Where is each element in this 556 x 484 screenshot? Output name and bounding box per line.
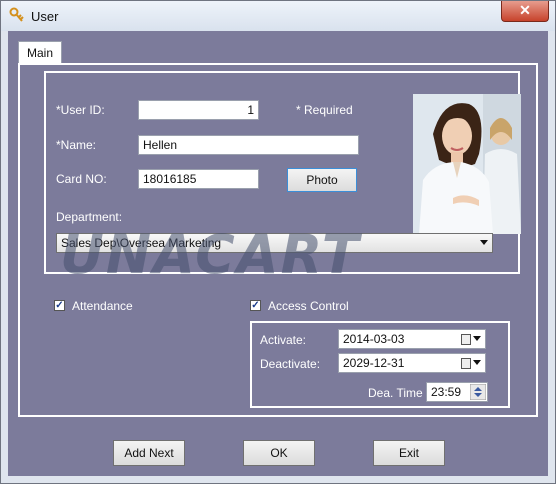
- ok-button[interactable]: OK: [243, 440, 315, 466]
- access-control-label: Access Control: [268, 299, 349, 313]
- user-id-field[interactable]: 1: [138, 100, 259, 120]
- calendar-icon[interactable]: [461, 358, 471, 369]
- photo-button[interactable]: Photo: [287, 168, 357, 192]
- required-note: * Required: [296, 103, 353, 117]
- activate-date-value: 2014-03-03: [343, 332, 405, 346]
- user-dialog-window: User ✕ Main *User ID: 1 * Required *Name…: [0, 0, 556, 484]
- name-label: *Name:: [56, 138, 97, 152]
- dialog-client-area: Main *User ID: 1 * Required *Name: Helle…: [8, 31, 548, 476]
- exit-button[interactable]: Exit: [373, 440, 445, 466]
- department-label: Department:: [56, 210, 123, 224]
- user-key-icon: [9, 7, 24, 22]
- spin-updown-icon[interactable]: [470, 384, 486, 400]
- attendance-checkbox[interactable]: ✓: [54, 300, 65, 311]
- chevron-down-icon[interactable]: [473, 336, 481, 341]
- deactivate-label: Deactivate:: [260, 357, 321, 371]
- close-button[interactable]: ✕: [501, 1, 549, 22]
- chevron-down-icon: [480, 240, 488, 245]
- department-dropdown[interactable]: Sales Dep\Oversea Marketing: [56, 233, 493, 253]
- deactivate-date-picker[interactable]: 2029-12-31: [338, 353, 486, 373]
- dea-time-value: 23:59: [431, 385, 462, 399]
- department-value: Sales Dep\Oversea Marketing: [61, 236, 222, 250]
- add-next-button[interactable]: Add Next: [113, 440, 185, 466]
- dea-time-field[interactable]: 23:59: [426, 382, 488, 402]
- access-control-checkbox[interactable]: ✓: [250, 300, 261, 311]
- user-photo-image: [413, 94, 521, 234]
- dea-time-label: Dea. Time: [368, 386, 423, 400]
- card-no-label: Card NO:: [56, 172, 107, 186]
- deactivate-date-value: 2029-12-31: [343, 356, 405, 370]
- calendar-icon[interactable]: [461, 334, 471, 345]
- card-no-field[interactable]: 18016185: [138, 169, 259, 189]
- attendance-label: Attendance: [72, 299, 133, 313]
- tab-main[interactable]: Main: [18, 41, 62, 63]
- activate-label: Activate:: [260, 333, 307, 347]
- window-title: User: [31, 9, 59, 24]
- user-photo: [413, 94, 521, 234]
- chevron-down-icon[interactable]: [473, 360, 481, 365]
- title-bar[interactable]: User ✕: [1, 1, 555, 31]
- tab-panel-main: *User ID: 1 * Required *Name: Hellen Car…: [18, 63, 538, 417]
- name-field[interactable]: Hellen: [138, 135, 359, 155]
- access-control-group: Activate: 2014-03-03 Deactivate: 2029-12…: [250, 321, 510, 408]
- user-info-group: *User ID: 1 * Required *Name: Hellen Car…: [44, 71, 521, 274]
- activate-date-picker[interactable]: 2014-03-03: [338, 329, 486, 349]
- user-id-label: *User ID:: [56, 103, 105, 117]
